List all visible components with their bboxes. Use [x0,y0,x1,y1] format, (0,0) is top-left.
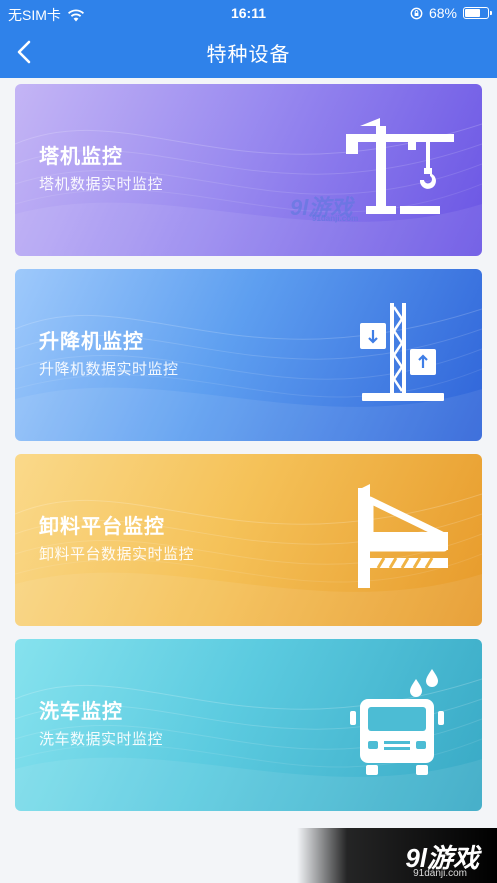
card-title: 洗车监控 [39,701,123,723]
nav-bar: 特种设备 [0,26,497,78]
card-tower-crane[interactable]: 塔机监控 塔机数据实时监控 [15,84,482,256]
footer-url: 91danji.com [413,868,467,879]
watermark-url: 91danji.com [312,214,359,223]
card-car-wash[interactable]: 洗车监控 洗车数据实时监控 [15,639,482,811]
card-subtitle: 卸料平台数据实时监控 [39,546,195,563]
card-title: 卸料平台监控 [39,516,165,538]
card-title: 塔机监控 [39,146,123,168]
battery-fill [465,9,480,17]
status-right: 68% [410,5,492,21]
watermark: 9l游戏 91danji.com [290,190,358,223]
card-subtitle: 洗车数据实时监控 [39,731,164,748]
card-unloading-platform[interactable]: 卸料平台监控 卸料平台数据实时监控 [15,454,482,626]
unloading-platform-icon [358,484,448,588]
card-elevator[interactable]: 升降机监控 升降机数据实时监控 [15,269,482,441]
card-subtitle: 升降机数据实时监控 [39,361,179,378]
card-subtitle: 塔机数据实时监控 [39,176,164,193]
footer-watermark: 9l游戏 91danji.com [297,828,497,883]
battery-percent: 68% [428,5,457,21]
car-wash-icon [350,669,444,775]
tower-crane-icon [346,118,454,214]
orientation-lock-icon [410,7,423,19]
battery-icon [463,7,492,19]
elevator-icon [360,303,444,401]
page-title: 特种设备 [206,44,291,66]
app-header: 无SIM卡 16:11 68% 特种设备 [0,0,497,78]
card-title: 升降机监控 [39,331,144,353]
status-bar: 无SIM卡 16:11 68% [0,0,497,26]
